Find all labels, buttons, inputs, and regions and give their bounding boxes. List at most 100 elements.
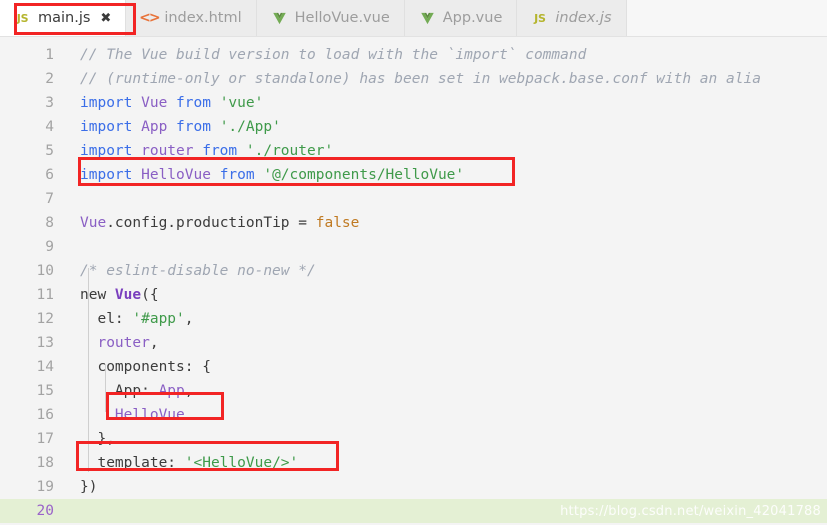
tab-bar-filler [626, 0, 827, 36]
token-plain: }, [80, 431, 115, 447]
code-line[interactable]: 4 import App from './App' [0, 115, 827, 139]
tab-index-js[interactable]: JS index.js [517, 0, 627, 36]
line-content: Vue.config.productionTip = false [80, 211, 359, 235]
code-line[interactable]: 14 components: { [0, 355, 827, 379]
code-line[interactable]: 10 /* eslint-disable no-new */ [0, 259, 827, 283]
token-keyword: from [219, 167, 264, 183]
line-number: 16 [36, 407, 54, 423]
token-comment: /* eslint-disable no-new */ [80, 263, 316, 279]
code-lines-container[interactable]: 1 // The Vue build version to load with t… [0, 37, 827, 523]
line-number: 13 [36, 335, 54, 351]
token-ident: router [97, 335, 150, 351]
code-line[interactable]: 7 [0, 187, 827, 211]
token-keyword: import [80, 95, 142, 111]
code-line[interactable]: 18 template: '<HelloVue/>' [0, 451, 827, 475]
token-plain: = [298, 215, 316, 231]
token-string: '<HelloVue/>' [184, 455, 299, 471]
line-number: 2 [45, 71, 54, 87]
line-number: 7 [45, 191, 54, 207]
token-ident: HelloVue [141, 167, 220, 183]
line-number: 10 [36, 263, 54, 279]
line-number: 19 [36, 479, 54, 495]
line-content: HelloVue [80, 403, 185, 427]
watermark-text: https://blog.csdn.net/weixin_42041788 [560, 504, 821, 519]
line-content: template: '<HelloVue/>' [80, 451, 298, 475]
line-content: components: { [80, 355, 211, 379]
token-comment: // (runtime-only or standalone) has been… [80, 71, 761, 87]
token-const: false [315, 215, 360, 231]
line-number: 9 [45, 239, 54, 255]
tab-hellovue-vue[interactable]: HelloVue.vue [256, 0, 405, 36]
code-line[interactable]: 19}) [0, 475, 827, 499]
tab-app-vue[interactable]: App.vue [404, 0, 518, 36]
close-icon[interactable]: ✖ [100, 12, 111, 25]
line-content: }) [80, 475, 97, 499]
line-number: 8 [45, 215, 54, 231]
tab-index-html[interactable]: <> index.html [126, 0, 257, 36]
token-string: '#app' [132, 311, 185, 327]
line-content: import App from './App' [80, 115, 281, 139]
code-line[interactable]: 12 el: '#app', [0, 307, 827, 331]
token-ident: Vue [141, 95, 177, 111]
tab-label: index.html [164, 10, 242, 26]
token-keyword: from [176, 95, 220, 111]
line-content: /* eslint-disable no-new */ [80, 259, 316, 283]
tab-main-js[interactable]: JS main.js ✖ [0, 0, 127, 36]
code-line[interactable]: 2 // (runtime-only or standalone) has bee… [0, 67, 827, 91]
token-identb: Vue [114, 287, 142, 303]
line-number: 17 [36, 431, 54, 447]
line-number: 15 [36, 383, 54, 399]
token-ident: Vue [80, 215, 107, 231]
line-number: 4 [45, 119, 54, 135]
vue-file-icon [419, 10, 436, 27]
code-line[interactable]: 11 new Vue({ [0, 283, 827, 307]
line-number: 18 [36, 455, 54, 471]
line-content: el: '#app', [80, 307, 194, 331]
code-editor[interactable]: 1 // The Vue build version to load with t… [0, 37, 827, 525]
js-file-icon: JS [534, 11, 546, 25]
token-plain: App: [80, 383, 159, 399]
token-ident: router [141, 143, 203, 159]
line-number: 20 [36, 503, 54, 519]
token-keyword: import [80, 119, 142, 135]
token-string: '@/components/HelloVue' [263, 167, 465, 183]
token-plain: , [184, 383, 194, 399]
code-line[interactable]: 8 Vue.config.productionTip = false [0, 211, 827, 235]
code-line[interactable]: 5 import router from './router' [0, 139, 827, 163]
line-content: // (runtime-only or standalone) has been… [80, 67, 761, 91]
line-content: }, [80, 427, 115, 451]
code-line[interactable]: 3 import Vue from 'vue' [0, 91, 827, 115]
indent-guide [88, 268, 89, 472]
line-content: new Vue({ [80, 283, 159, 307]
line-number: 12 [36, 311, 54, 327]
token-comment: // The Vue build version to load with th… [80, 47, 587, 63]
token-keyword: from [176, 119, 220, 135]
line-content: App: App, [80, 379, 194, 403]
token-ident: HelloVue [114, 407, 185, 423]
code-line[interactable]: 6 import HelloVue from '@/components/Hell… [0, 163, 827, 187]
token-plain: ({ [141, 287, 159, 303]
line-content: // The Vue build version to load with th… [80, 43, 586, 67]
token-keyword: import [80, 143, 142, 159]
tab-label: App.vue [442, 10, 503, 26]
code-line[interactable]: 13 router, [0, 331, 827, 355]
line-content: import Vue from 'vue' [80, 91, 263, 115]
code-line[interactable]: 9 [0, 235, 827, 259]
token-plain: components: { [80, 359, 211, 375]
code-line[interactable]: 17 }, [0, 427, 827, 451]
code-line[interactable]: 16 HelloVue [0, 403, 827, 427]
html-file-icon: <> [139, 10, 161, 26]
token-ident: App [141, 119, 177, 135]
token-plain: template: [80, 455, 185, 471]
editor-window: JS main.js ✖ <> index.html HelloVue.vue App.vu… [0, 0, 827, 525]
token-string: './App' [219, 119, 281, 135]
code-line[interactable]: 1 // The Vue build version to load with t… [0, 43, 827, 67]
code-line[interactable]: 15 App: App, [0, 379, 827, 403]
indent-guide [105, 364, 106, 412]
token-keyword: from [202, 143, 246, 159]
token-plain: , [184, 311, 194, 327]
token-plain: , [149, 335, 159, 351]
token-plain: new [80, 287, 115, 303]
line-number: 1 [45, 47, 54, 63]
